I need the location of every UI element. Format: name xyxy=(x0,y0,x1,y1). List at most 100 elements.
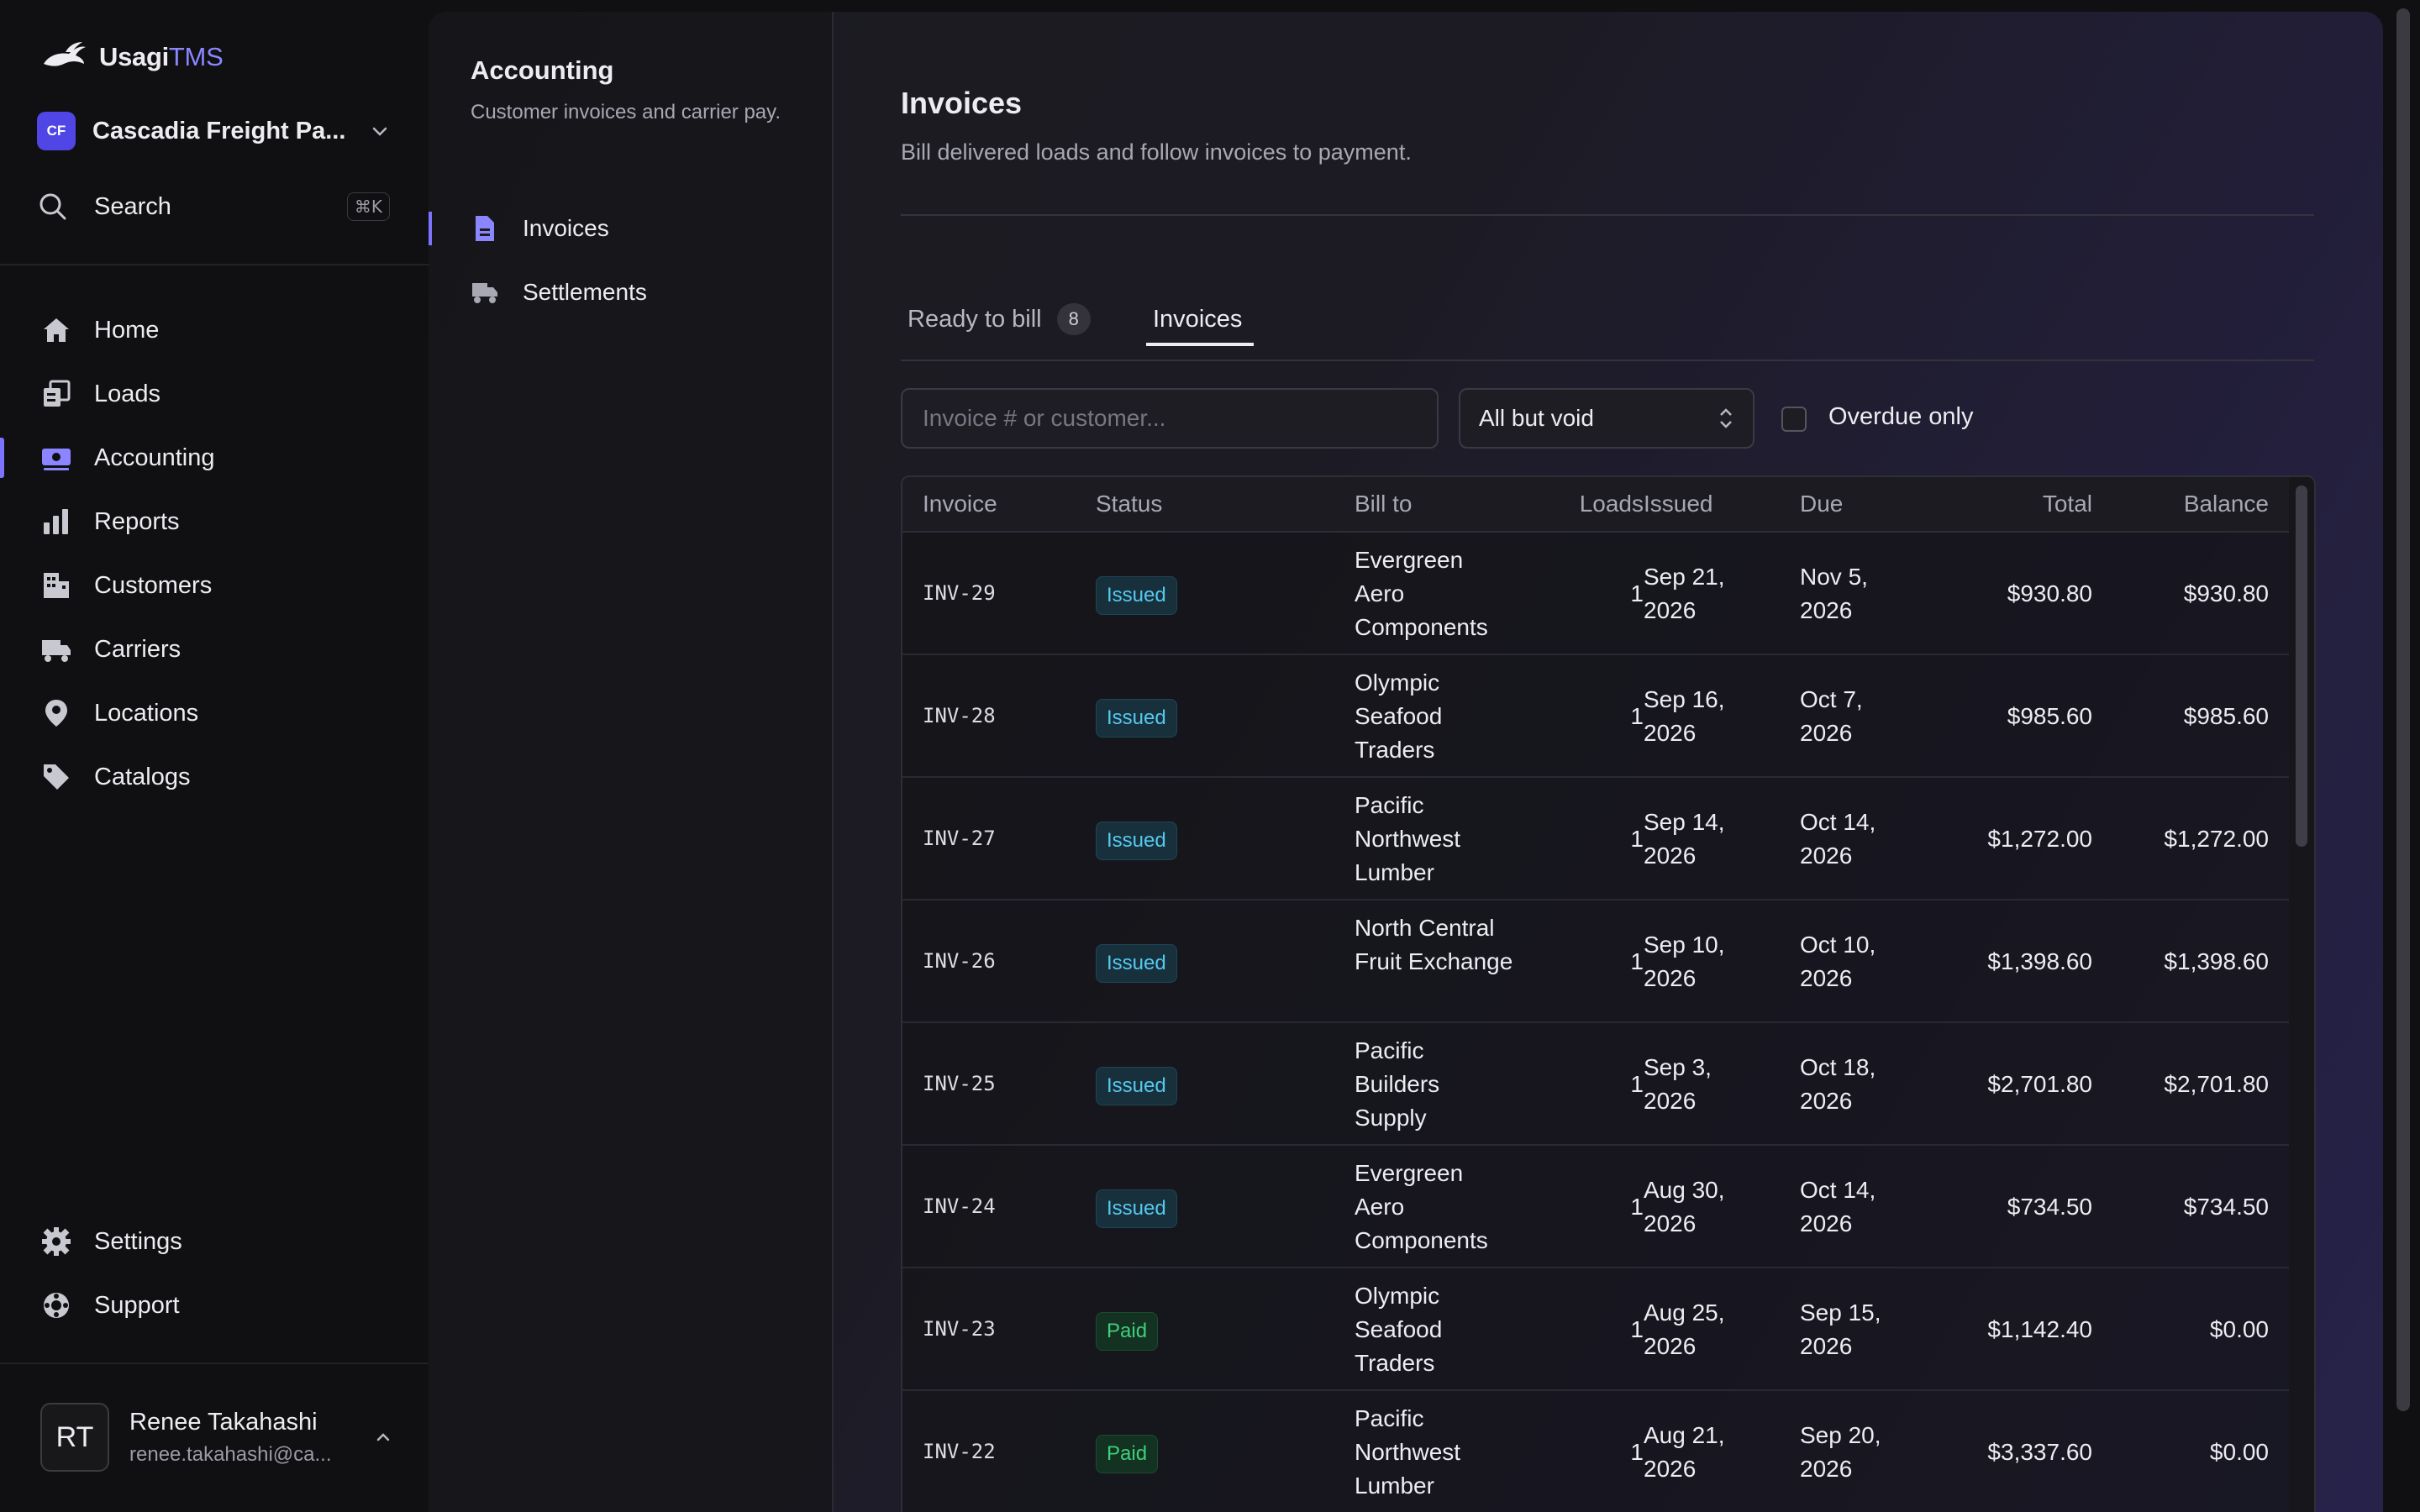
table-body: INV-29 Issued Evergreen Aero Components … xyxy=(902,533,2289,1512)
org-switcher[interactable]: CF Cascadia Freight Pa... xyxy=(37,109,390,153)
search-shortcut: ⌘K xyxy=(346,192,390,221)
brand-name-suffix: TMS xyxy=(168,42,224,71)
overdue-checkbox[interactable] xyxy=(1781,407,1807,432)
section-item-invoices[interactable]: Invoices xyxy=(429,197,834,260)
cell-invoice: INV-23 xyxy=(923,1317,996,1341)
cell-bill-to: Pacific Builders Supply xyxy=(1355,1037,1440,1131)
section-item-label: Invoices xyxy=(523,215,609,241)
cell-invoice: INV-27 xyxy=(923,827,996,850)
status-badge: Issued xyxy=(1096,576,1177,615)
column-header-status[interactable]: Status xyxy=(1096,491,1162,517)
tab-ready-to-bill[interactable]: Ready to bill 8 xyxy=(908,277,1091,361)
table-row[interactable]: INV-25 Issued Pacific Builders Supply 1 … xyxy=(902,1023,2289,1146)
nav-item-customers[interactable]: Customers xyxy=(0,554,429,617)
overdue-label[interactable]: Overdue only xyxy=(1828,403,1974,431)
table-scrollbar[interactable] xyxy=(2289,477,2314,1512)
tab-invoices[interactable]: Invoices xyxy=(1153,277,1242,361)
table-row[interactable]: INV-26 Issued North Central Fruit Exchan… xyxy=(902,900,2289,1023)
invoice-search-input[interactable] xyxy=(901,388,1439,449)
cell-due: Oct 14, 2026 xyxy=(1800,809,1876,869)
column-header-due[interactable]: Due xyxy=(1800,491,1843,517)
page-description: Bill delivered loads and follow invoices… xyxy=(901,139,1412,165)
table-header: Invoice Status Bill to Loads Issued Due … xyxy=(902,477,2289,533)
cell-due: Sep 20, 2026 xyxy=(1800,1422,1881,1482)
section-nav: Invoices Settlements xyxy=(429,197,834,324)
main-nav: Home Loads Accounting Reports Customers … xyxy=(0,298,429,809)
cell-total: $930.80 xyxy=(2007,580,2092,606)
document-icon xyxy=(476,216,494,241)
column-header-bill-to[interactable]: Bill to xyxy=(1355,491,1412,517)
table-row[interactable]: INV-23 Paid Olympic Seafood Traders 1 Au… xyxy=(902,1268,2289,1391)
org-name: Cascadia Freight Pa... xyxy=(92,117,346,144)
section-description: Customer invoices and carrier pay. xyxy=(471,101,781,123)
status-select[interactable]: All but void xyxy=(1459,388,1754,449)
page-scrollbar[interactable] xyxy=(2396,8,2410,1411)
invoices-table: Invoice Status Bill to Loads Issued Due … xyxy=(901,475,2316,1512)
cell-due: Sep 15, 2026 xyxy=(1800,1299,1881,1359)
nav-item-label: Carriers xyxy=(94,635,182,663)
section-item-settlements[interactable]: Settlements xyxy=(429,260,834,324)
user-menu[interactable]: RT Renee Takahashi renee.takahashi@ca... xyxy=(40,1403,393,1472)
cell-balance: $0.00 xyxy=(2209,1316,2269,1342)
sidebar-divider xyxy=(0,1362,429,1364)
cell-due: Oct 10, 2026 xyxy=(1800,932,1876,991)
status-badge: Paid xyxy=(1096,1312,1159,1351)
table-scrollbar-thumb[interactable] xyxy=(2296,486,2307,847)
cell-issued: Sep 10, 2026 xyxy=(1644,932,1725,991)
nav-item-label: Accounting xyxy=(94,444,215,471)
cell-bill-to: Olympic Seafood Traders xyxy=(1355,1283,1443,1376)
cell-bill-to: Evergreen Aero Components xyxy=(1355,1160,1488,1253)
table-row[interactable]: INV-24 Issued Evergreen Aero Components … xyxy=(902,1146,2289,1268)
column-header-issued[interactable]: Issued xyxy=(1644,491,1713,517)
search-icon xyxy=(39,193,66,220)
column-header-total[interactable]: Total xyxy=(1944,491,2092,517)
cell-due: Nov 5, 2026 xyxy=(1800,564,1868,623)
cell-total: $1,142.40 xyxy=(1987,1316,2092,1342)
nav-item-support[interactable]: Support xyxy=(0,1273,429,1337)
nav-item-settings[interactable]: Settings xyxy=(0,1210,429,1273)
active-tab-indicator xyxy=(1146,343,1254,346)
nav-item-label: Home xyxy=(94,316,160,344)
column-header-loads[interactable]: Loads xyxy=(1534,491,1644,517)
brand-logo[interactable]: UsagiTMS xyxy=(40,37,224,77)
org-avatar: CF xyxy=(37,112,76,150)
cell-balance: $930.80 xyxy=(2183,580,2269,606)
nav-item-label: Loads xyxy=(94,380,161,407)
column-header-invoice[interactable]: Invoice xyxy=(923,491,997,517)
cell-issued: Sep 14, 2026 xyxy=(1644,809,1725,869)
table-row[interactable]: INV-27 Issued Pacific Northwest Lumber 1… xyxy=(902,778,2289,900)
cell-loads: 1 xyxy=(1630,1194,1644,1220)
table-row[interactable]: INV-22 Paid Pacific Northwest Lumber 1 A… xyxy=(902,1391,2289,1512)
sidebar-divider xyxy=(0,264,429,265)
column-header-balance[interactable]: Balance xyxy=(2092,491,2269,517)
nav-item-accounting[interactable]: Accounting xyxy=(0,426,429,490)
cell-due: Oct 7, 2026 xyxy=(1800,686,1863,746)
rabbit-logo-icon xyxy=(44,42,86,66)
table-row[interactable]: INV-29 Issued Evergreen Aero Components … xyxy=(902,533,2289,655)
status-badge: Issued xyxy=(1096,1189,1177,1228)
user-name: Renee Takahashi xyxy=(129,1408,318,1436)
nav-item-carriers[interactable]: Carriers xyxy=(0,617,429,681)
cell-issued: Aug 30, 2026 xyxy=(1644,1177,1725,1236)
cell-balance: $985.60 xyxy=(2183,703,2269,729)
catalogs-icon xyxy=(44,764,69,790)
user-info: Renee Takahashi renee.takahashi@ca... xyxy=(129,1409,373,1467)
cell-issued: Aug 25, 2026 xyxy=(1644,1299,1725,1359)
cell-balance: $1,398.60 xyxy=(2164,948,2269,974)
cell-issued: Sep 3, 2026 xyxy=(1644,1054,1712,1114)
tab-label: Ready to bill xyxy=(908,305,1042,333)
search-button[interactable]: Search ⌘K xyxy=(37,186,390,227)
nav-item-catalogs[interactable]: Catalogs xyxy=(0,745,429,809)
gear-icon xyxy=(42,1227,71,1256)
nav-item-label: Catalogs xyxy=(94,763,191,790)
nav-item-reports[interactable]: Reports xyxy=(0,490,429,554)
cell-total: $2,701.80 xyxy=(1987,1071,2092,1097)
nav-item-loads[interactable]: Loads xyxy=(0,362,429,426)
chevron-up-down-icon xyxy=(1720,408,1732,428)
cell-invoice: INV-22 xyxy=(923,1440,996,1463)
table-row[interactable]: INV-28 Issued Olympic Seafood Traders 1 … xyxy=(902,655,2289,778)
customers-icon xyxy=(44,573,69,598)
nav-item-home[interactable]: Home xyxy=(0,298,429,362)
nav-item-locations[interactable]: Locations xyxy=(0,681,429,745)
status-badge: Paid xyxy=(1096,1435,1159,1473)
